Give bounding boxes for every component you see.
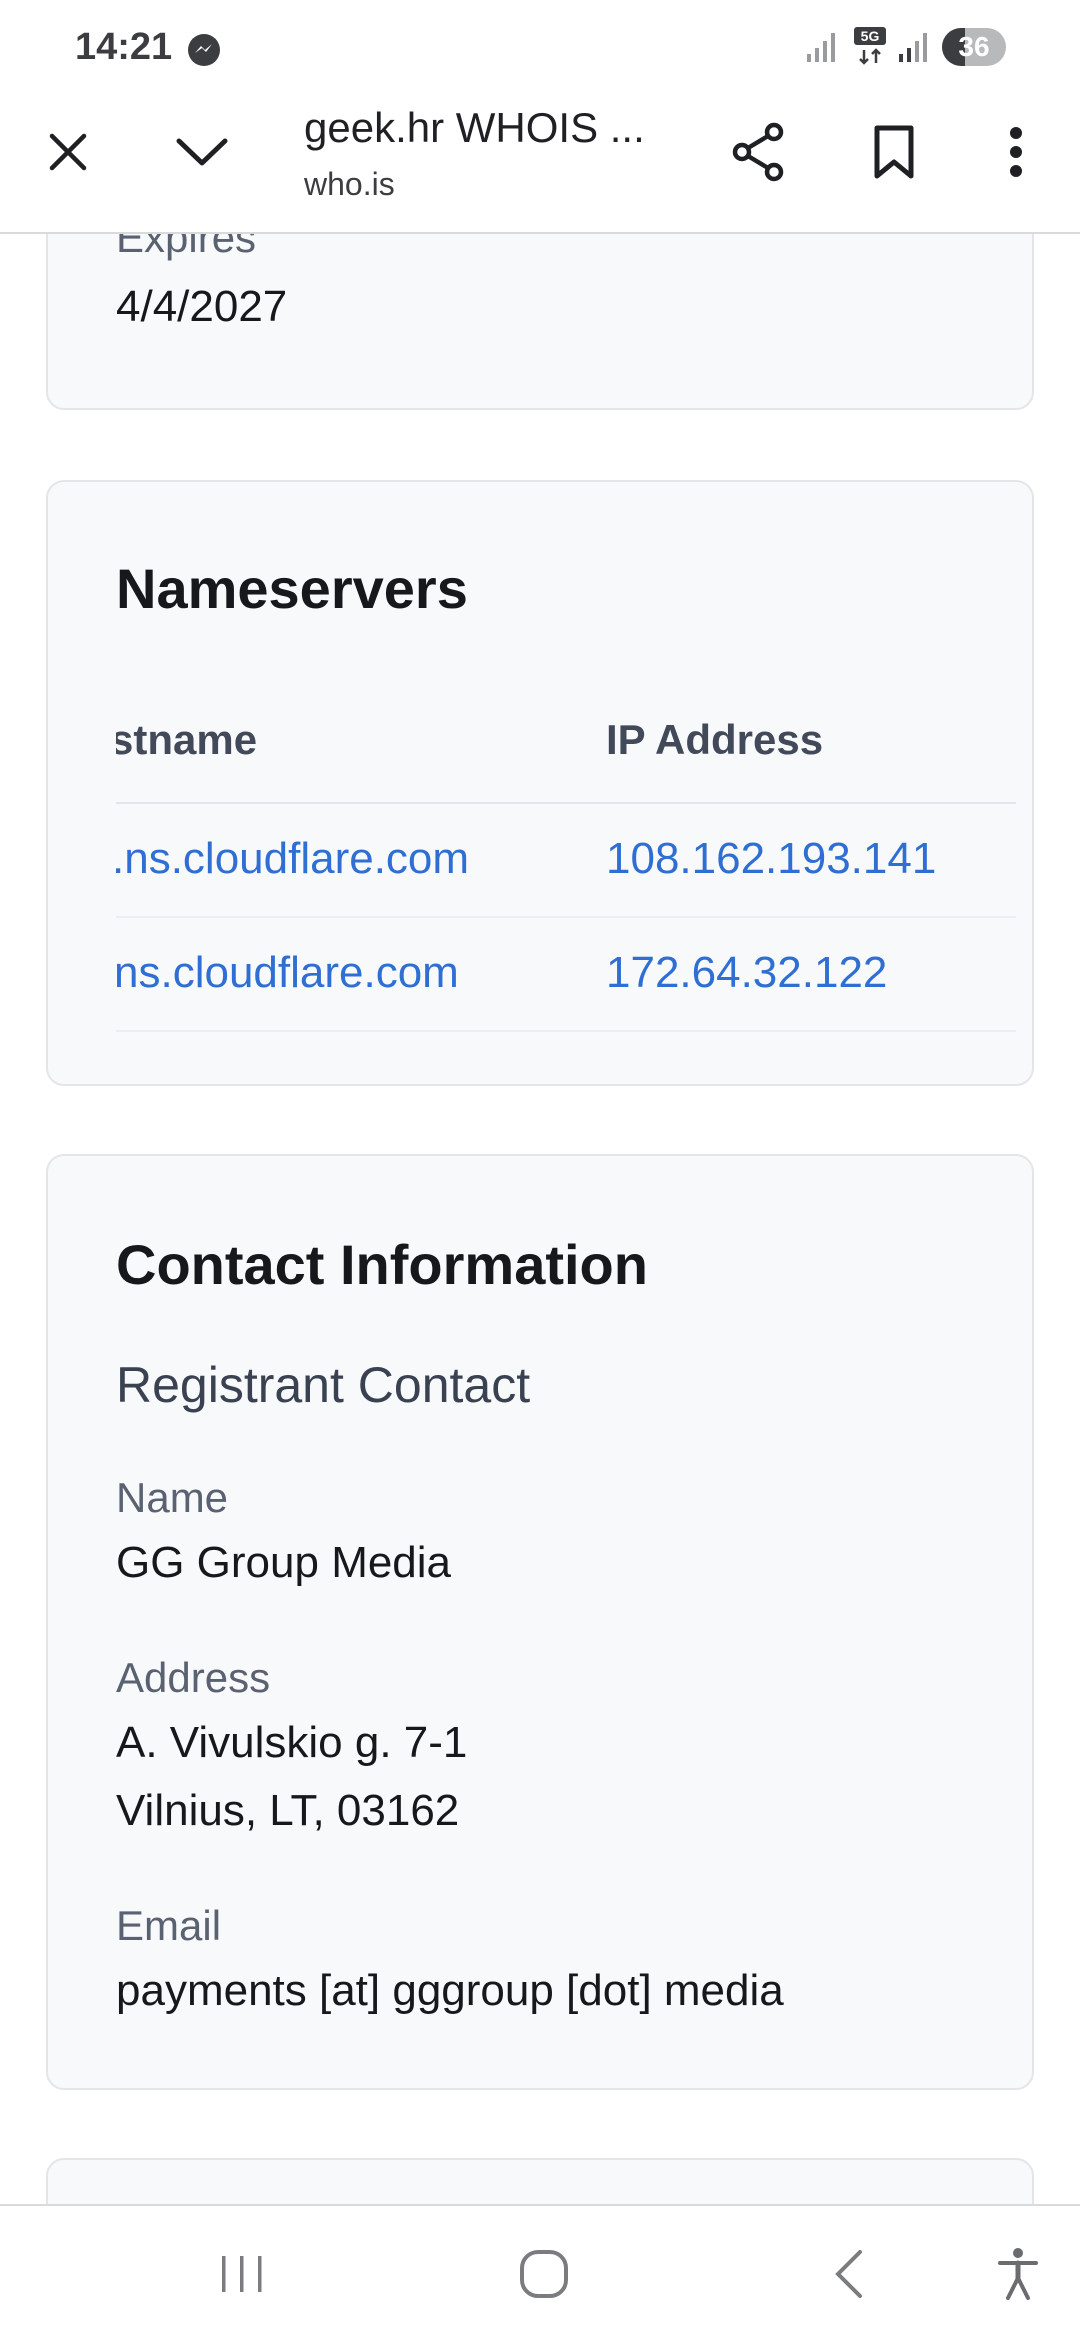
chevron-down-icon[interactable]: [162, 112, 242, 192]
signal-icon: [806, 30, 836, 64]
5g-icon: 5G: [852, 26, 888, 66]
ip-link[interactable]: 108.162.193.141: [606, 834, 936, 884]
dates-card: Expires 4/4/2027: [46, 234, 1034, 410]
ip-link[interactable]: 172.64.32.122: [606, 948, 887, 998]
home-icon[interactable]: [504, 2234, 584, 2314]
expires-value: 4/4/2027: [116, 282, 288, 331]
page-title[interactable]: geek.hr WHOIS ...: [304, 104, 664, 152]
table-row: .ns.cloudflare.com 108.162.193.141: [116, 804, 1016, 918]
recent-apps-icon[interactable]: [202, 2234, 282, 2314]
nameservers-card: Nameservers stname IP Address .ns.cloudf…: [46, 480, 1034, 1086]
bookmark-icon[interactable]: [854, 112, 934, 192]
address-line-2: Vilnius, LT, 03162: [116, 1786, 460, 1835]
page-url[interactable]: who.is: [304, 166, 395, 203]
column-header-ip: IP Address: [606, 716, 824, 763]
expires-label: Expires: [116, 234, 257, 261]
messenger-icon: [186, 32, 222, 68]
nameservers-table[interactable]: stname IP Address .ns.cloudflare.com 108…: [116, 682, 1016, 1032]
email-value: payments [at] gggroup [dot] media: [116, 1966, 784, 2015]
status-bar: 14:21 5G 36: [0, 0, 1080, 96]
back-icon[interactable]: [808, 2234, 888, 2314]
more-vert-icon[interactable]: [976, 112, 1056, 192]
table-header: stname IP Address: [116, 682, 1016, 804]
hostname-link[interactable]: ns.cloudflare.com: [116, 948, 459, 998]
share-icon[interactable]: [718, 112, 798, 192]
browser-toolbar: geek.hr WHOIS ... who.is: [0, 96, 1080, 234]
svg-text:5G: 5G: [861, 28, 880, 44]
column-header-hostname: stname: [116, 716, 258, 763]
system-nav-bar: [0, 2204, 1080, 2340]
address-line-1: A. Vivulskio g. 7-1: [116, 1718, 468, 1767]
status-time: 14:21: [75, 26, 173, 68]
registrant-contact-heading: Registrant Contact: [116, 1357, 531, 1413]
table-row: ns.cloudflare.com 172.64.32.122: [116, 918, 1016, 1032]
contact-heading: Contact Information: [116, 1233, 648, 1296]
battery-icon: 36: [942, 28, 1006, 66]
nameservers-heading: Nameservers: [116, 557, 468, 620]
name-value: GG Group Media: [116, 1538, 452, 1587]
next-card: [46, 2158, 1034, 2204]
close-icon[interactable]: [28, 112, 108, 192]
signal-icon: [898, 30, 928, 64]
contact-card: Contact Information Registrant Contact N…: [46, 1154, 1034, 2090]
name-label: Name: [116, 1474, 229, 1521]
hostname-link[interactable]: .ns.cloudflare.com: [116, 834, 469, 884]
page-content[interactable]: Expires 4/4/2027 Nameservers stname IP A…: [0, 234, 1080, 2204]
battery-level: 36: [958, 31, 990, 62]
accessibility-icon[interactable]: [978, 2234, 1058, 2314]
email-label: Email: [116, 1902, 222, 1949]
address-label: Address: [116, 1654, 271, 1701]
